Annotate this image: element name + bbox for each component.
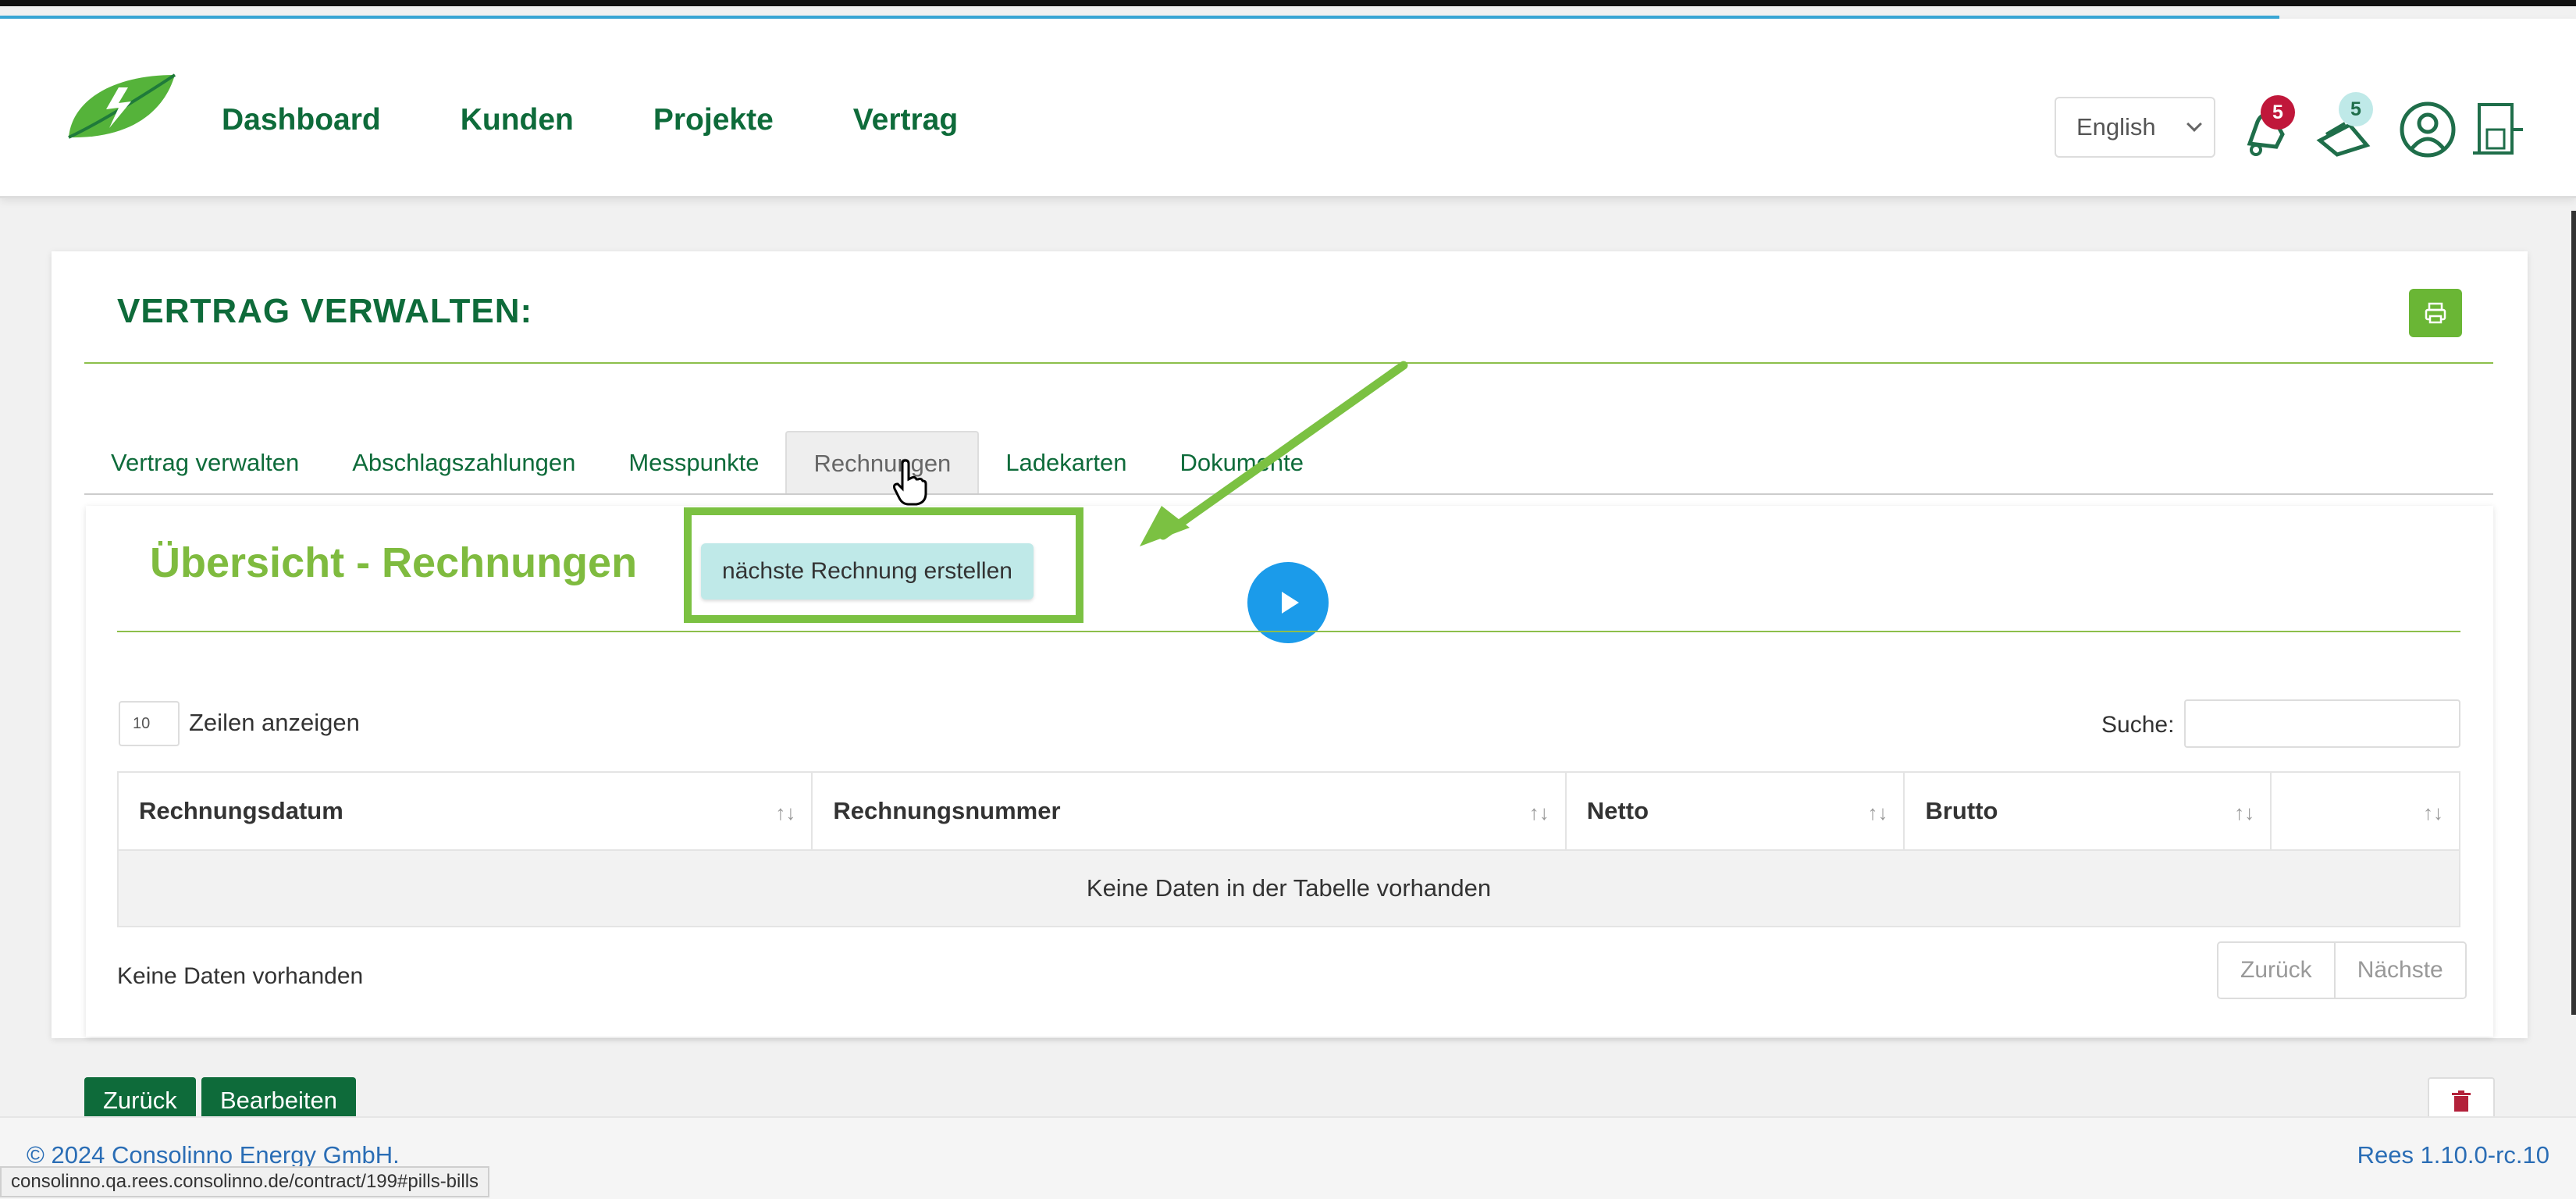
top-navbar: Dashboard Kunden Projekte Vertrag Englis… [0,19,2576,198]
column-header-rechnungsnummer[interactable]: Rechnungsnummer ↑↓ [811,771,1567,851]
pagination-next-button[interactable]: Nächste [2333,943,2465,998]
nav-kunden[interactable]: Kunden [461,103,574,137]
user-avatar-icon [2400,101,2456,158]
sort-icon: ↑↓ [1528,801,1550,824]
table-info: Keine Daten vorhanden [117,963,364,989]
window-top-bar [0,0,2576,6]
footer-copyright: © 2024 Consolinno Energy GmbH. [27,1141,400,1169]
sort-icon: ↑↓ [1867,801,1888,824]
sort-icon: ↑↓ [2234,801,2255,824]
annotation-arrow-icon [1140,361,1408,546]
rows-length-label: Zeilen anzeigen [189,709,360,736]
search-input[interactable] [2184,699,2460,748]
column-header-brutto[interactable]: Brutto ↑↓ [1903,771,2272,851]
empty-table-message: Keine Daten in der Tabelle vorhanden [117,849,2460,927]
print-button[interactable] [2409,289,2462,337]
column-label: Brutto [1925,797,1998,824]
pagination-prev-button[interactable]: Zurück [2218,943,2334,998]
door-exit-icon [2473,103,2523,155]
column-header-actions[interactable]: ↑↓ [2270,771,2460,851]
consolinno-leaf-logo-icon[interactable] [64,70,178,142]
sort-icon: ↑↓ [775,801,796,824]
user-profile-button[interactable] [2396,98,2459,161]
browser-status-url: consolinno.qa.rees.consolinno.de/contrac… [0,1166,490,1197]
messages-count-badge: 5 [2339,92,2373,126]
trash-icon [2452,1090,2471,1112]
column-header-netto[interactable]: Netto ↑↓ [1564,771,1905,851]
nav-projekte[interactable]: Projekte [653,103,774,137]
table-row: Keine Daten in der Tabelle vorhanden [117,849,2460,927]
logout-button[interactable] [2471,98,2534,161]
sort-icon: ↑↓ [2423,801,2443,824]
rows-length-select[interactable]: 10 [119,701,180,746]
page-title: VERTRAG VERWALTEN: [117,292,533,330]
hand-cursor-icon [893,459,927,506]
language-value: English [2076,113,2156,141]
notifications-button[interactable]: 5 [2234,95,2297,161]
tab-vertrag-verwalten[interactable]: Vertrag verwalten [84,431,326,495]
column-label: Rechnungsnummer [833,797,1061,824]
rows-length-value: 10 [133,714,151,732]
notifications-count-badge: 5 [2261,95,2295,130]
column-label: Netto [1586,797,1649,824]
pagination: Zurück Nächste [2217,941,2467,999]
chevron-down-icon [2186,116,2202,132]
tab-rechnungen[interactable]: Rechnungen [785,431,980,495]
search-label: Suche: [2101,712,2175,738]
section-title: Übersicht - Rechnungen [150,539,638,586]
tab-messpunkte[interactable]: Messpunkte [602,431,785,495]
language-select[interactable]: English [2055,97,2215,158]
annotation-highlight-box [684,507,1083,623]
nav-vertrag[interactable]: Vertrag [853,103,958,137]
tab-abschlagszahlungen[interactable]: Abschlagszahlungen [326,431,602,495]
play-icon [1282,592,1299,614]
column-label: Rechnungsdatum [139,797,343,824]
nav-dashboard[interactable]: Dashboard [222,103,381,137]
column-header-rechnungsdatum[interactable]: Rechnungsdatum ↑↓ [116,771,813,851]
invoices-table: Rechnungsdatum ↑↓ Rechnungsnummer ↑↓ Netto… [116,771,2460,927]
section-divider [117,631,2460,632]
messages-button[interactable]: 5 [2314,92,2376,161]
footer-version: Rees 1.10.0-rc.10 [2357,1141,2549,1169]
printer-icon [2425,302,2446,324]
page-scrollbar[interactable] [2571,211,2576,1015]
